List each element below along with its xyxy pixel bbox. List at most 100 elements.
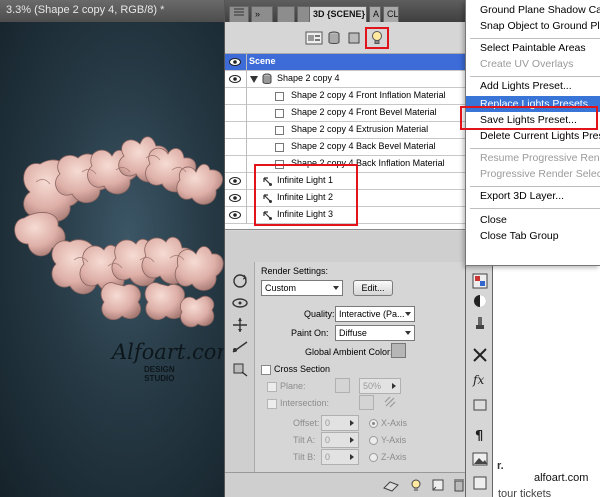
menu-item-create-uv-overlays[interactable]: Create UV Overlays [480,58,573,70]
watermark-subtitle: DESIGN STUDIO [144,365,175,383]
intersection-checkbox[interactable] [267,399,277,409]
roll-tool-icon[interactable] [230,294,250,312]
paint-on-dropdown[interactable]: Diffuse [335,325,415,341]
toggle-ground-plane-icon[interactable] [383,478,399,492]
dropdown-arrow-icon [405,331,411,335]
x-axis-radio[interactable] [369,419,378,428]
intersection-color-swatch[interactable] [359,395,374,410]
menu-separator [470,208,600,209]
layer-comps-icon[interactable] [471,396,489,414]
plane-checkbox[interactable] [267,382,277,392]
collapsed-panel-tab[interactable] [229,6,249,22]
scene-row[interactable]: Scene [225,54,477,71]
panel-bottom-bar [225,472,477,497]
stepper-arrow-icon [350,420,354,426]
menu-item-progressive-render-selection[interactable]: Progressive Render Selection [480,168,600,180]
menu-item-resume-progressive-render[interactable]: Resume Progressive Render [480,152,600,164]
meshes-icon[interactable] [327,30,341,46]
menu-item-ground-plane-shadow-catcher[interactable]: Ground Plane Shadow Catcher [480,4,600,16]
menu-item-close[interactable]: Close [480,214,507,226]
new-light-icon[interactable] [431,478,445,492]
menu-separator [470,148,600,149]
material-row[interactable]: Shape 2 copy 4 Extrusion Material [225,122,477,139]
stepper-arrow-icon [350,454,354,460]
offset-value: 0 [325,418,331,428]
material-label: Shape 2 copy 4 Extrusion Material [291,124,429,134]
scale-tool-icon[interactable] [230,360,250,378]
document-canvas[interactable]: Alfoart.com DESIGN STUDIO [0,22,232,497]
x-axis-label: X-Axis [381,418,408,428]
materials-icon[interactable] [347,30,361,46]
collapsed-panel-tab-2[interactable]: » [251,6,273,22]
cross-section-checkbox[interactable] [261,365,271,375]
webpage-background [476,266,600,497]
panel-divider [225,231,477,262]
whole-scene-icon[interactable] [305,30,323,46]
paint-on-value: Diffuse [339,328,367,338]
menu-item-close-tab-group[interactable]: Close Tab Group [480,230,559,242]
quality-dropdown[interactable]: Interactive (Pa... [335,306,415,322]
ambient-color-swatch[interactable] [391,343,406,358]
y-axis-radio[interactable] [369,436,378,445]
rotate-tool-icon[interactable] [230,272,250,290]
tab-cl[interactable]: CL [383,6,399,22]
clone-stamp-icon[interactable] [471,314,489,332]
3d-scene-panel: » 3D {SCENE} A CL Scene Shape 2 copy 4 S… [224,0,477,497]
material-label: Shape 2 copy 4 Front Inflation Material [291,90,446,100]
z-axis-radio[interactable] [369,453,378,462]
menu-item-delete-current-lights-preset[interactable]: Delete Current Lights Preset [480,130,600,142]
scene-filter-toolbar [225,22,477,54]
paragraph-icon[interactable]: ¶ [471,426,489,444]
adjustments-icon[interactable] [471,292,489,310]
render-preset-dropdown[interactable]: Custom [261,280,343,296]
styles-icon[interactable]: fx [471,370,489,388]
tools-preset-icon[interactable] [471,346,489,364]
quality-value: Interactive (Pa... [339,309,405,319]
notes-icon[interactable] [471,474,489,492]
visibility-eye-icon[interactable] [229,177,241,185]
visibility-eye-icon[interactable] [229,58,241,66]
plane-label: Plane: [280,381,306,391]
menu-item-snap-object-to-ground-plane[interactable]: Snap Object to Ground Plane [480,20,600,32]
pan-tool-icon[interactable] [230,316,250,334]
tilt-b-field[interactable]: 0 [321,449,359,465]
material-row[interactable]: Shape 2 copy 4 Front Inflation Material [225,88,477,105]
menu-item-select-paintable-areas[interactable]: Select Paintable Areas [480,42,586,54]
edit-render-button[interactable]: Edit... [353,280,393,296]
tab-a[interactable]: A [369,6,381,22]
flip-section-icon[interactable] [383,395,397,409]
image-panel-icon[interactable] [471,450,489,468]
tilt-a-label: Tilt A: [293,435,316,445]
tilt-a-field[interactable]: 0 [321,432,359,448]
toggle-lights-icon[interactable] [409,478,423,492]
plane-opacity-field[interactable]: 50% [359,378,401,394]
menu-item-add-lights-preset[interactable]: Add Lights Preset... [480,80,572,92]
document-tab-title[interactable]: 3.3% (Shape 2 copy 4, RGB/8) * [0,0,232,22]
visibility-eye-icon[interactable] [229,211,241,219]
offset-field[interactable]: 0 [321,415,359,431]
z-axis-label: Z-Axis [381,452,407,462]
trash-icon[interactable] [453,477,465,492]
swatch-panel-icon[interactable] [471,272,489,290]
visibility-eye-icon[interactable] [229,194,241,202]
chevron-icon: » [255,9,261,19]
material-row[interactable]: Shape 2 copy 4 Front Bevel Material [225,105,477,122]
slide-tool-icon[interactable] [230,338,250,356]
grip-icon [234,8,244,16]
tab-3d-scene[interactable]: 3D {SCENE} [309,6,367,22]
render-settings-label: Render Settings: [261,266,329,276]
cross-section-label: Cross Section [274,364,331,374]
collapsed-panel-tab-3[interactable] [277,6,295,22]
visibility-eye-icon[interactable] [229,75,241,83]
menu-separator [470,76,600,77]
tab-cl-label: CL [387,9,399,19]
menu-item-export-3d-layer[interactable]: Export 3D Layer... [480,190,564,202]
stepper-arrow-icon [392,383,396,389]
mesh-row[interactable]: Shape 2 copy 4 [225,71,477,88]
material-icon [275,109,284,118]
expand-triangle-icon[interactable] [250,76,258,83]
material-label: Shape 2 copy 4 Front Bevel Material [291,107,437,117]
replace-lights-highlight-box [460,106,598,130]
plane-color-swatch[interactable] [335,378,350,393]
material-row[interactable]: Shape 2 copy 4 Back Bevel Material [225,139,477,156]
